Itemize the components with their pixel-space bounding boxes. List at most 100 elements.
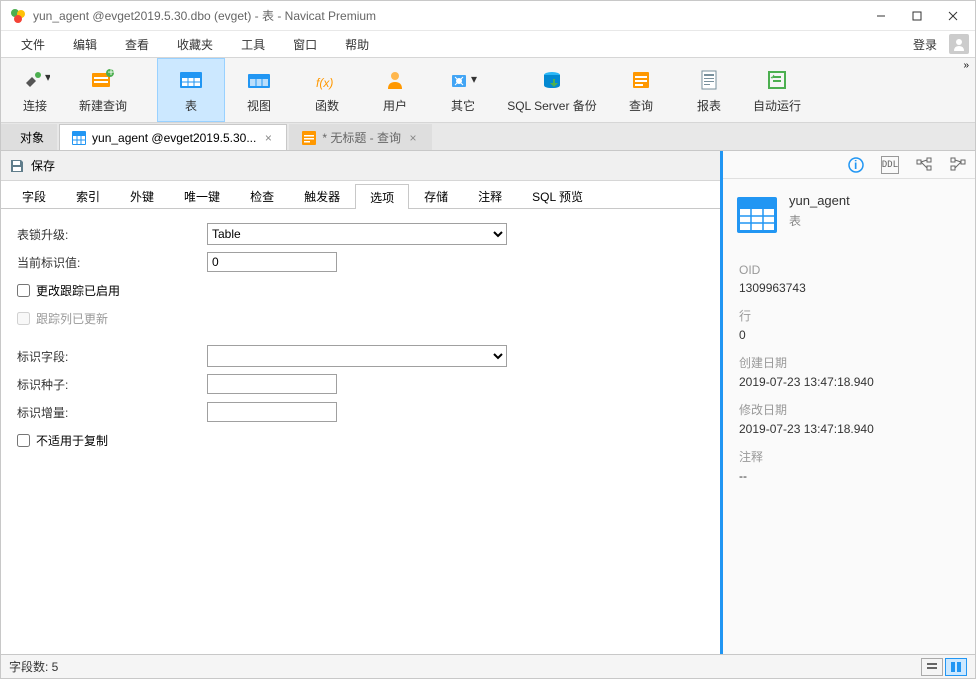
info-panel-toolbar: i DDL — [723, 151, 975, 179]
svg-text:▾: ▾ — [45, 70, 50, 84]
identity-increment-label: 标识增量: — [17, 404, 207, 421]
svg-text:+: + — [108, 69, 115, 79]
statusbar: 字段数: 5 — [1, 654, 975, 678]
view-mode-list-icon[interactable] — [921, 658, 943, 676]
lock-escalation-select[interactable]: Table — [207, 223, 507, 245]
change-tracking-checkbox[interactable]: 更改跟踪已启用 — [17, 282, 120, 299]
login-link[interactable]: 登录 — [905, 32, 945, 57]
toolbar-overflow-icon[interactable]: » — [959, 60, 973, 71]
oid-label: OID — [739, 263, 959, 277]
info-panel: i DDL yun_agent 表 OID1309963743 行0 创建日期2… — [723, 151, 975, 654]
object-type: 表 — [789, 212, 850, 229]
created-label: 创建日期 — [739, 354, 959, 371]
comment-label: 注释 — [739, 448, 959, 465]
other-icon: ▾ — [448, 67, 478, 93]
table-icon — [178, 67, 204, 93]
info-icon[interactable]: i — [847, 156, 865, 174]
user-icon — [384, 67, 406, 93]
proptab-fields[interactable]: 字段 — [7, 183, 61, 208]
proptab-foreign-keys[interactable]: 外键 — [115, 183, 169, 208]
svg-text:i: i — [854, 158, 857, 172]
menu-edit[interactable]: 编辑 — [59, 32, 111, 57]
tab-untitled-query[interactable]: * 无标题 - 查询 × — [289, 124, 432, 150]
current-identity-input[interactable] — [207, 252, 337, 272]
toolbar-backup[interactable]: SQL Server 备份 — [497, 58, 607, 122]
ddl-icon[interactable]: DDL — [881, 156, 899, 174]
window-title: yun_agent @evget2019.5.30.dbo (evget) - … — [33, 7, 863, 24]
close-button[interactable] — [935, 1, 971, 31]
current-identity-label: 当前标识值: — [17, 254, 207, 271]
toolbar-function[interactable]: f(x) 函数 — [293, 58, 361, 122]
minimize-button[interactable] — [863, 1, 899, 31]
proptab-sql-preview[interactable]: SQL 预览 — [517, 183, 598, 208]
options-form: 表锁升级: Table 当前标识值: 更改跟踪已启用 跟踪列已更新 标识字段: … — [1, 209, 720, 654]
menu-window[interactable]: 窗口 — [279, 32, 331, 57]
toolbar-user[interactable]: 用户 — [361, 58, 429, 122]
identity-increment-input[interactable] — [207, 402, 337, 422]
toolbar-other[interactable]: ▾ 其它 — [429, 58, 497, 122]
identity-seed-label: 标识种子: — [17, 376, 207, 393]
toolbar-table[interactable]: 表 — [157, 58, 225, 122]
maximize-button[interactable] — [899, 1, 935, 31]
proptab-checks[interactable]: 检查 — [235, 183, 289, 208]
toolbar: ▾ 连接 + 新建查询 表 视图 f(x) 函数 用户 ▾ 其它 SQL Ser… — [1, 57, 975, 123]
plug-icon: ▾ — [20, 67, 50, 93]
proptab-options[interactable]: 选项 — [355, 184, 409, 209]
menu-view[interactable]: 查看 — [111, 32, 163, 57]
close-icon[interactable]: × — [262, 131, 274, 145]
menu-favorites[interactable]: 收藏夹 — [163, 32, 227, 57]
query-icon — [630, 67, 652, 93]
new-query-icon: + — [90, 67, 116, 93]
lock-escalation-label: 表锁升级: — [17, 226, 207, 243]
toolbar-report[interactable]: 报表 — [675, 58, 743, 122]
created-value: 2019-07-23 13:47:18.940 — [739, 375, 959, 389]
view-mode-detail-icon[interactable] — [945, 658, 967, 676]
document-tabs: 对象 yun_agent @evget2019.5.30... × * 无标题 … — [1, 123, 975, 151]
modified-value: 2019-07-23 13:47:18.940 — [739, 422, 959, 436]
table-icon — [735, 193, 779, 237]
proptab-uniques[interactable]: 唯一键 — [169, 183, 235, 208]
track-columns-checkbox: 跟踪列已更新 — [17, 310, 108, 327]
save-button[interactable]: 保存 — [31, 157, 55, 174]
property-tabs: 字段 索引 外键 唯一键 检查 触发器 选项 存储 注释 SQL 预览 — [1, 181, 720, 209]
not-for-replication-checkbox[interactable]: 不适用于复制 — [17, 432, 108, 449]
object-name: yun_agent — [789, 193, 850, 208]
toolbar-connection[interactable]: ▾ 连接 — [1, 58, 69, 122]
identity-field-label: 标识字段: — [17, 348, 207, 365]
proptab-comment[interactable]: 注释 — [463, 183, 517, 208]
menu-help[interactable]: 帮助 — [331, 32, 383, 57]
status-text: 字段数: 5 — [9, 658, 58, 675]
rows-value: 0 — [739, 328, 959, 342]
oid-value: 1309963743 — [739, 281, 959, 295]
titlebar: yun_agent @evget2019.5.30.dbo (evget) - … — [1, 1, 975, 31]
proptab-storage[interactable]: 存储 — [409, 183, 463, 208]
svg-text:▾: ▾ — [471, 72, 477, 86]
comment-value: -- — [739, 469, 959, 483]
function-icon: f(x) — [314, 67, 340, 93]
report-icon — [698, 67, 720, 93]
toolbar-view[interactable]: 视图 — [225, 58, 293, 122]
menu-file[interactable]: 文件 — [7, 32, 59, 57]
close-icon[interactable]: × — [407, 131, 419, 145]
tab-objects[interactable]: 对象 — [1, 124, 57, 150]
toolbar-new-query[interactable]: + 新建查询 — [69, 58, 137, 122]
automation-icon — [766, 67, 788, 93]
tab-yun-agent[interactable]: yun_agent @evget2019.5.30... × — [59, 124, 287, 150]
menubar: 文件 编辑 查看 收藏夹 工具 窗口 帮助 登录 — [1, 31, 975, 57]
identity-seed-input[interactable] — [207, 374, 337, 394]
avatar-icon[interactable] — [949, 34, 969, 54]
view-icon — [246, 67, 272, 93]
dependency-icon[interactable] — [915, 156, 933, 174]
proptab-indexes[interactable]: 索引 — [61, 183, 115, 208]
toolbar-automation[interactable]: 自动运行 — [743, 58, 811, 122]
save-toolbar: 保存 — [1, 151, 720, 181]
save-icon — [9, 158, 25, 174]
query-icon — [302, 131, 316, 145]
identity-field-select[interactable] — [207, 345, 507, 367]
svg-text:f(x): f(x) — [316, 76, 333, 90]
proptab-triggers[interactable]: 触发器 — [289, 183, 355, 208]
modified-label: 修改日期 — [739, 401, 959, 418]
menu-tools[interactable]: 工具 — [227, 32, 279, 57]
reverse-dependency-icon[interactable] — [949, 156, 967, 174]
toolbar-query[interactable]: 查询 — [607, 58, 675, 122]
